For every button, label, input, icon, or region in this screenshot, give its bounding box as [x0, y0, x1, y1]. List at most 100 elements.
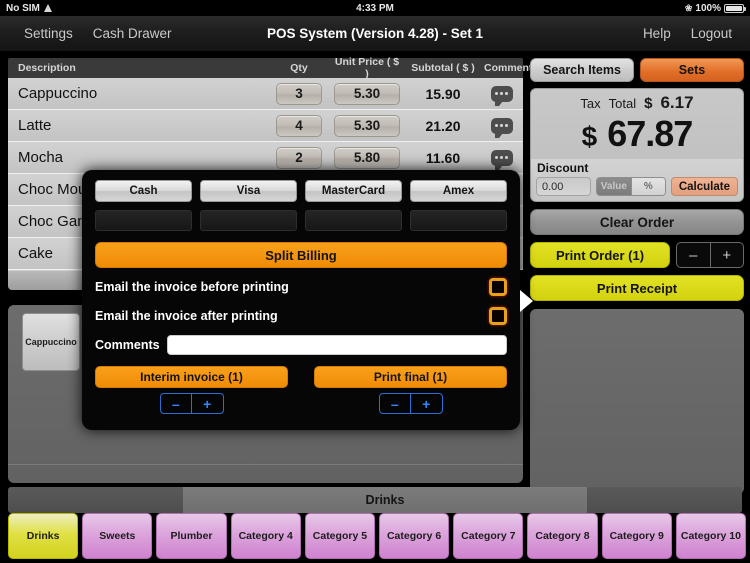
tab-sweets[interactable]: Sweets	[82, 513, 153, 559]
unit-price-field[interactable]: 5.80	[334, 146, 400, 169]
comment-bubble-icon[interactable]	[490, 117, 513, 138]
invoice-actions-row: Interim invoice (1) – + Print final (1) …	[95, 366, 507, 414]
email-before-row[interactable]: Email the invoice before printing	[95, 277, 507, 297]
interim-invoice-button[interactable]: Interim invoice (1)	[95, 366, 288, 388]
total-amount: 67.87	[607, 113, 693, 154]
payment-column-mastercard: MasterCard	[305, 180, 402, 231]
cell-qty[interactable]: 2	[270, 146, 328, 169]
search-items-button[interactable]: Search Items	[530, 58, 634, 82]
tab-category-7[interactable]: Category 7	[453, 513, 524, 559]
tab-category-5[interactable]: Category 5	[304, 513, 376, 559]
print-final-stepper[interactable]: – +	[378, 393, 443, 414]
tab-category-9[interactable]: Category 9	[601, 513, 672, 559]
total-line: $ 67.87	[531, 113, 743, 159]
mastercard-amount-input[interactable]	[305, 210, 402, 231]
print-final-plus-button[interactable]: +	[410, 394, 442, 413]
qty-stepper[interactable]: 3	[276, 82, 322, 105]
tab-category-6[interactable]: Category 6	[379, 513, 450, 559]
print-order-button[interactable]: Print Order (1)	[530, 242, 670, 268]
total-label: Total	[608, 96, 637, 111]
cell-description: Mocha	[18, 149, 64, 166]
cash-amount-input[interactable]	[95, 210, 192, 231]
table-row-empty	[8, 270, 93, 290]
print-order-minus-button[interactable]: –	[677, 243, 710, 267]
split-billing-button[interactable]: Split Billing	[95, 242, 507, 268]
help-button[interactable]: Help	[633, 26, 681, 41]
email-before-checkbox[interactable]	[489, 278, 507, 296]
interim-invoice-minus-button[interactable]: –	[161, 394, 192, 413]
cell-qty[interactable]: 4	[270, 114, 328, 137]
cell-subtotal: 11.60	[425, 149, 461, 166]
calculate-button[interactable]: Calculate	[670, 177, 738, 196]
popover-pointer-icon	[520, 290, 533, 312]
comment-bubble-icon[interactable]	[490, 85, 513, 106]
email-after-label: Email the invoice after printing	[95, 309, 278, 323]
discount-input[interactable]: 0.00	[536, 177, 591, 196]
tab-drinks[interactable]: Drinks	[8, 513, 79, 559]
tab-category-10[interactable]: Category 10	[675, 513, 747, 559]
comment-bubble-icon[interactable]	[490, 149, 513, 170]
email-after-row[interactable]: Email the invoice after printing	[95, 306, 507, 326]
comments-row: Comments	[95, 335, 507, 355]
column-header-unit-price: Unit Price ( $ )	[334, 56, 400, 80]
tab-plumber[interactable]: Plumber	[156, 513, 227, 559]
segment-percent[interactable]: %	[630, 178, 665, 195]
column-header-subtotal: Subtotal ( $ )	[411, 62, 475, 74]
category-scroll-bar[interactable]: Drinks	[8, 487, 750, 513]
print-final-minus-button[interactable]: –	[380, 394, 411, 413]
table-row[interactable]: Cappuccino 3 5.30 15.90	[8, 78, 523, 110]
amex-amount-input[interactable]	[410, 210, 507, 231]
clear-order-button[interactable]: Clear Order	[530, 209, 744, 235]
column-header-description: Description	[18, 62, 76, 74]
cash-drawer-button[interactable]: Cash Drawer	[83, 26, 182, 41]
qty-stepper[interactable]: 2	[276, 146, 322, 169]
item-tile-cappuccino[interactable]: Cappuccino	[22, 313, 80, 371]
table-row[interactable]: Latte 4 5.30 21.20	[8, 110, 523, 142]
visa-button[interactable]: Visa	[200, 180, 297, 202]
mastercard-button[interactable]: MasterCard	[305, 180, 402, 202]
battery-icon	[724, 3, 746, 13]
cell-unit-price[interactable]: 5.80	[328, 146, 406, 169]
cell-comment[interactable]	[480, 149, 523, 170]
column-header-qty: Qty	[290, 62, 308, 74]
cell-unit-price[interactable]: 5.30	[328, 82, 406, 105]
discount-type-segmented-control[interactable]: Value %	[595, 177, 666, 196]
battery-percent-label: 100%	[695, 2, 721, 14]
tax-currency-symbol: $	[644, 95, 653, 112]
cell-description: Latte	[18, 117, 52, 134]
tab-category-8[interactable]: Category 8	[527, 513, 598, 559]
category-bar-active-label[interactable]: Drinks	[183, 487, 587, 513]
interim-invoice-plus-button[interactable]: +	[191, 394, 223, 413]
segment-value[interactable]: Value	[596, 178, 631, 195]
cell-comment[interactable]	[480, 85, 523, 106]
cell-description: Cappuccino	[18, 85, 98, 102]
interim-invoice-group: Interim invoice (1) – +	[95, 366, 288, 414]
cell-unit-price[interactable]: 5.30	[328, 114, 406, 137]
nav-left-group: Settings Cash Drawer	[0, 26, 182, 41]
qty-stepper[interactable]: 4	[276, 114, 322, 137]
cell-comment[interactable]	[480, 117, 523, 138]
email-after-checkbox[interactable]	[489, 307, 507, 325]
logout-button[interactable]: Logout	[681, 26, 742, 41]
search-sets-row: Search Items Sets	[530, 58, 744, 82]
comments-input[interactable]	[166, 335, 507, 355]
sets-button[interactable]: Sets	[640, 58, 744, 82]
print-order-plus-button[interactable]: +	[709, 243, 744, 267]
visa-amount-input[interactable]	[200, 210, 297, 231]
cell-qty[interactable]: 3	[270, 82, 328, 105]
status-time: 4:33 PM	[356, 2, 394, 14]
cash-button[interactable]: Cash	[95, 180, 192, 202]
discount-section: Discount 0.00 Value % Calculate	[531, 159, 743, 201]
print-order-row: Print Order (1) – +	[530, 242, 744, 268]
print-final-button[interactable]: Print final (1)	[314, 366, 507, 388]
settings-button[interactable]: Settings	[14, 26, 83, 41]
interim-invoice-stepper[interactable]: – +	[159, 393, 224, 414]
cell-subtotal: 15.90	[425, 85, 461, 102]
unit-price-field[interactable]: 5.30	[334, 82, 400, 105]
tab-category-4[interactable]: Category 4	[230, 513, 301, 559]
amex-button[interactable]: Amex	[410, 180, 507, 202]
payment-popover: Cash Visa MasterCard Amex Split Billing …	[82, 170, 533, 430]
unit-price-field[interactable]: 5.30	[334, 114, 400, 137]
print-order-stepper[interactable]: – +	[676, 242, 744, 268]
print-receipt-button[interactable]: Print Receipt	[530, 275, 744, 301]
